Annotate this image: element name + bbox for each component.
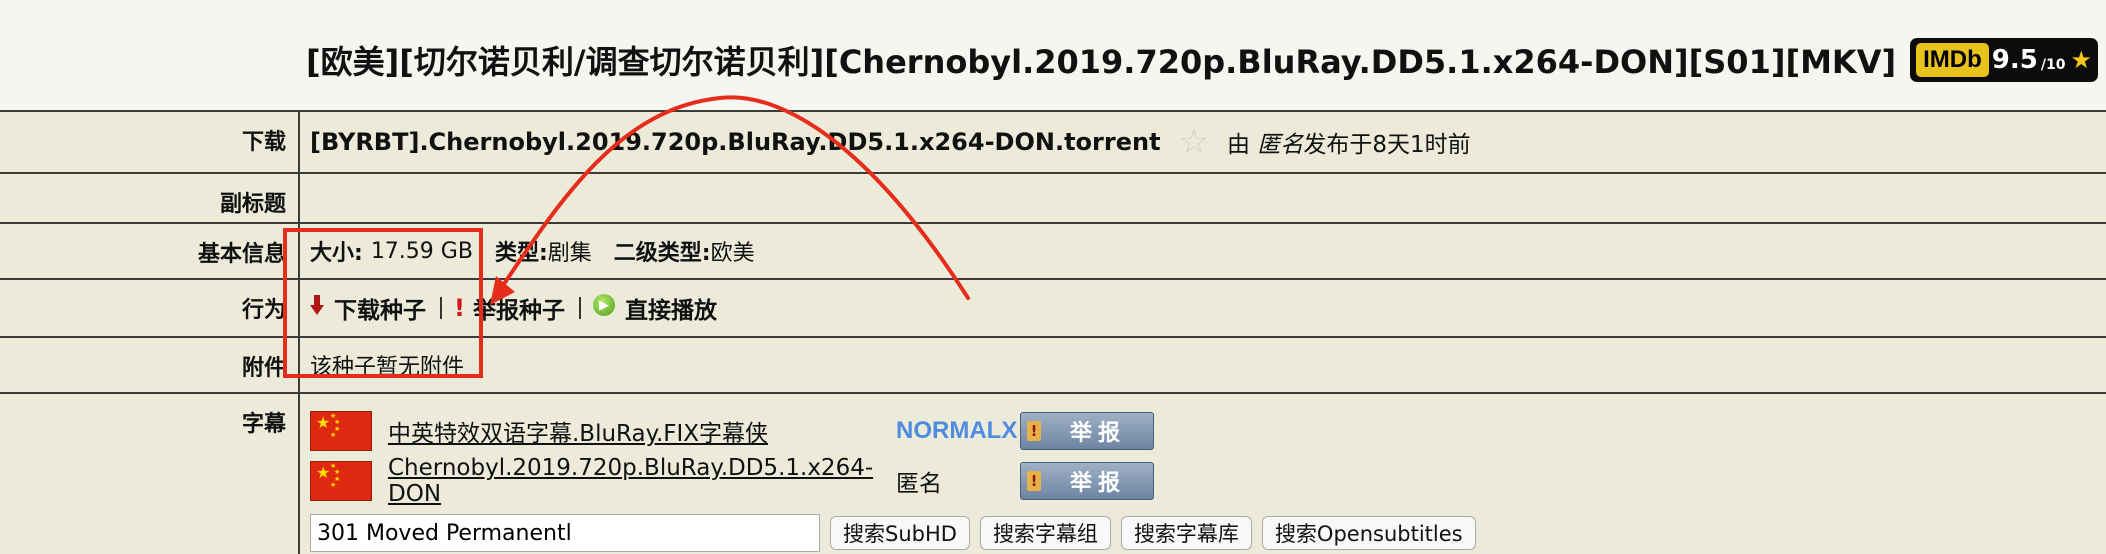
uploader-prefix: 由 bbox=[1227, 132, 1251, 158]
search-zimuzu-button[interactable]: 搜索字幕组 bbox=[979, 516, 1111, 550]
action-separator bbox=[440, 297, 442, 319]
subtitle-item: ★ ★ ★ ★ ★ Chernobyl.2019.720p.BluRay.DD5.1.x… bbox=[310, 455, 1154, 507]
imdb-max: /10 bbox=[2040, 57, 2066, 73]
report-torrent-label: 举报种子 bbox=[472, 298, 565, 324]
imdb-star-icon: ★ bbox=[2070, 46, 2092, 74]
row-attachments: 附件 该种子暂无附件 bbox=[0, 336, 2106, 392]
row-label-subtitles: 字幕 bbox=[0, 394, 300, 554]
row-label-download: 下载 bbox=[0, 112, 300, 172]
page-title: [欧美][切尔诺贝利/调查切尔诺贝利][Chernobyl.2019.720p.… bbox=[306, 34, 2098, 86]
arrow-down-icon bbox=[310, 295, 324, 315]
exclamation-icon: ! bbox=[454, 294, 465, 322]
subtitle-download-link[interactable]: Chernobyl.2019.720p.BluRay.DD5.1.x264-DO… bbox=[388, 455, 896, 507]
subtitle-search-row: 搜索SubHD 搜索字幕组 搜索字幕库 搜索Opensubtitles bbox=[310, 506, 1476, 554]
play-circle-icon: ▶ bbox=[592, 294, 615, 316]
row-subtitles: 字幕 ★ ★ ★ ★ ★ 中英特效双语字幕.BluRay.FIX字幕侠 NORMALX … bbox=[0, 392, 2106, 554]
uploader-info: 由 匿名发布于8天1时前 bbox=[1227, 125, 1471, 159]
search-subhd-button[interactable]: 搜索SubHD bbox=[830, 516, 970, 550]
torrent-detail-table: 下载 [BYRBT].Chernobyl.2019.720p.BluRay.DD… bbox=[0, 110, 2106, 554]
size-label: 大小: bbox=[310, 241, 363, 266]
search-zimuku-button[interactable]: 搜索字幕库 bbox=[1120, 516, 1252, 550]
search-opensubtitles-button[interactable]: 搜索Opensubtitles bbox=[1261, 516, 1476, 550]
report-subtitle-button[interactable]: ! 举报 bbox=[1020, 412, 1154, 450]
row-label-actions: 行为 bbox=[0, 280, 300, 336]
torrent-file-link[interactable]: [BYRBT].Chernobyl.2019.720p.BluRay.DD5.1… bbox=[310, 128, 1161, 156]
report-subtitle-label: 举报 bbox=[1069, 421, 1126, 446]
subtitle-item: ★ ★ ★ ★ ★ 中英特效双语字幕.BluRay.FIX字幕侠 NORMALX ! 举… bbox=[310, 406, 1154, 456]
report-subtitle-button[interactable]: ! 举报 bbox=[1020, 462, 1154, 500]
row-label-basic-info: 基本信息 bbox=[0, 224, 300, 278]
warning-icon: ! bbox=[1027, 471, 1041, 491]
size-value: 17.59 GB bbox=[370, 238, 473, 264]
torrent-title-text: [欧美][切尔诺贝利/调查切尔诺贝利][Chernobyl.2019.720p.… bbox=[306, 43, 1897, 81]
download-torrent-label: 下载种子 bbox=[334, 298, 426, 324]
row-download: 下载 [BYRBT].Chernobyl.2019.720p.BluRay.DD… bbox=[0, 110, 2106, 172]
china-flag-icon: ★ ★ ★ ★ ★ bbox=[310, 461, 372, 501]
imdb-score: 9.5 bbox=[1991, 45, 2038, 75]
play-direct-link[interactable]: ▶ 直接播放 bbox=[592, 291, 717, 325]
imdb-rating-badge[interactable]: IMDb 9.5 /10 ★ bbox=[1910, 38, 2098, 82]
type-label: 类型: bbox=[494, 241, 548, 266]
row-label-attachments: 附件 bbox=[0, 338, 300, 392]
row-subtitle: 副标题 bbox=[0, 172, 2106, 222]
row-label-subtitle: 副标题 bbox=[0, 174, 300, 222]
bookmark-star-icon[interactable]: ☆ bbox=[1179, 125, 1209, 159]
action-separator bbox=[578, 297, 581, 319]
subtitle-uploader[interactable]: NORMALX bbox=[896, 417, 1020, 445]
subtype-value: 欧美 bbox=[710, 241, 755, 266]
subtitle-uploader: 匿名 bbox=[896, 471, 942, 497]
subtitle-download-link[interactable]: 中英特效双语字幕.BluRay.FIX字幕侠 bbox=[388, 414, 896, 448]
warning-icon: ! bbox=[1027, 421, 1041, 441]
download-torrent-link[interactable]: 下载种子 bbox=[310, 291, 426, 325]
torrent-detail-page: [欧美][切尔诺贝利/调查切尔诺贝利][Chernobyl.2019.720p.… bbox=[0, 0, 2106, 554]
imdb-logo: IMDb bbox=[1916, 43, 1989, 77]
uploader-name: 匿名 bbox=[1257, 132, 1304, 158]
type-value: 剧集 bbox=[547, 241, 592, 266]
subtitle-value bbox=[300, 174, 2106, 222]
report-subtitle-label: 举报 bbox=[1069, 471, 1126, 496]
row-basic-info: 基本信息 大小: 17.59 GB 类型: 剧集 二级类型: 欧美 bbox=[0, 222, 2106, 278]
play-direct-label: 直接播放 bbox=[624, 298, 717, 324]
row-actions: 行为 下载种子 ! 举报种子 ▶ 直接播放 bbox=[0, 278, 2106, 336]
attachments-value: 该种子暂无附件 bbox=[310, 355, 465, 380]
subtype-label: 二级类型: bbox=[613, 241, 711, 266]
subtitle-search-input[interactable] bbox=[310, 514, 820, 552]
report-torrent-link[interactable]: ! 举报种子 bbox=[454, 291, 565, 325]
china-flag-icon: ★ ★ ★ ★ ★ bbox=[310, 411, 372, 451]
upload-time: 发布于8天1时前 bbox=[1303, 132, 1471, 158]
